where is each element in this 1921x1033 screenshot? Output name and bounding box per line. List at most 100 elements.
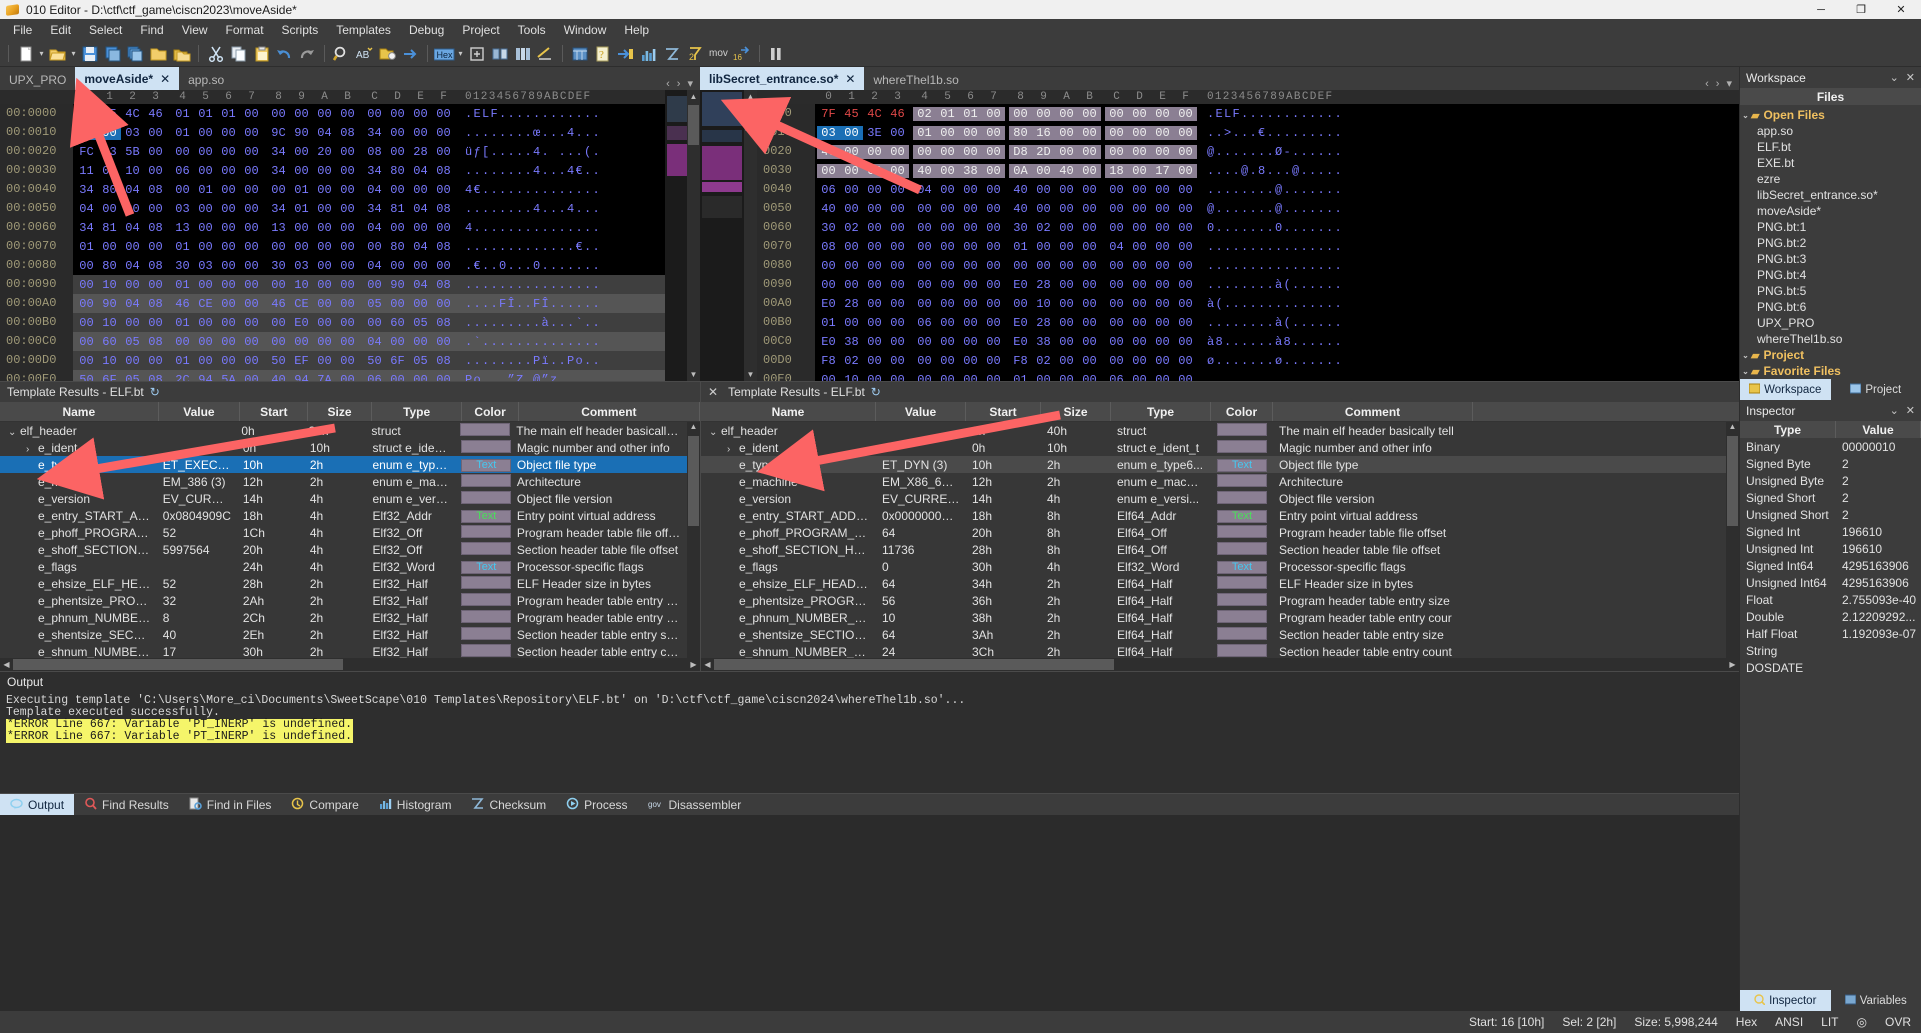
left-hex-byte[interactable]: 08 [432,278,455,292]
right-hex-ascii[interactable]: ..>...€......... [1199,126,1343,140]
save-all-icon[interactable] [125,43,146,64]
left-hex-byte[interactable]: 10 [98,354,121,368]
left-hex-byte[interactable]: 02 [75,125,98,140]
right-template-row-color[interactable]: Text [1211,559,1273,574]
right-hex-ascii[interactable]: @.......Ø-...... [1199,145,1343,159]
left-hex-byte[interactable]: 00 [240,107,263,121]
workspace-file-item[interactable]: PNG.bt:5 [1740,283,1921,299]
left-hex-byte[interactable]: 00 [290,145,313,159]
right-template-row-color[interactable] [1211,643,1273,659]
left-hex-byte[interactable]: 00 [336,316,359,330]
left-hex-byte[interactable]: 00 [75,316,98,330]
right-hex-byte[interactable]: 00 [936,297,959,311]
bottom-tab-checksum[interactable]: Checksum [461,794,556,815]
left-hex-byte[interactable]: 60 [98,335,121,349]
left-hex-byte[interactable]: 01 [171,240,194,254]
right-hex-byte[interactable]: 00 [959,354,982,368]
left-hex-byte[interactable]: 00 [240,126,263,140]
left-hex-byte[interactable]: 08 [144,221,167,235]
right-hex-byte[interactable]: 01 [936,106,959,121]
color-chip[interactable] [1217,524,1267,538]
right-hex-byte[interactable]: 00 [1128,183,1151,197]
right-hex-byte[interactable]: E0 [817,297,840,311]
left-hex-byte[interactable]: 00 [386,297,409,311]
left-hex-byte[interactable]: 00 [386,107,409,121]
right-hex-byte[interactable]: 00 [817,163,840,178]
left-hex-byte[interactable]: 00 [363,107,386,121]
left-hex-byte[interactable]: 08 [432,164,455,178]
right-hex-byte[interactable]: 40 [1009,202,1032,216]
right-hex-byte[interactable]: 00 [1105,125,1128,140]
right-hex-byte[interactable]: 00 [863,297,886,311]
select-range-icon[interactable] [489,43,510,64]
left-hex-byte[interactable]: 00 [240,164,263,178]
right-minimap-vscrollbar[interactable]: ▲ ▼ [744,90,757,381]
right-hex-ascii[interactable]: 0.......0....... [1199,221,1343,235]
right-hex-byte[interactable]: 00 [1078,259,1101,273]
histogram-icon[interactable] [638,43,659,64]
left-hex-byte[interactable]: 00 [313,240,336,254]
left-hex-byte[interactable]: 00 [217,164,240,178]
right-hex-byte[interactable]: 4C [863,107,886,121]
right-hex-byte[interactable]: 00 [1151,316,1174,330]
workspace-file-item[interactable]: EXE.bt [1740,155,1921,171]
workspace-dock-tab-project[interactable]: Project [1831,379,1921,400]
right-hex-row[interactable]: 00A0 E0 28 00 00 00 00 00 00 00 10 00 00 00 00 00 00 à(..… [757,294,1739,313]
right-hex-byte[interactable]: 00 [959,221,982,235]
left-hex-byte[interactable]: 00 [217,240,240,254]
left-hex-byte[interactable]: 00 [409,297,432,311]
left-hex-byte[interactable]: 00 [240,316,263,330]
left-hex-byte[interactable]: 34 [267,145,290,159]
right-hex-byte[interactable]: 28 [1032,316,1055,330]
right-hex-byte[interactable]: 00 [840,125,863,140]
left-hex-byte[interactable]: 00 [336,107,359,121]
left-hex-byte[interactable]: 00 [240,335,263,349]
right-hex-byte[interactable]: 00 [1174,259,1197,273]
color-chip[interactable] [461,439,511,453]
left-hex-ascii[interactable]: 4............... [457,221,601,235]
right-template-table-row[interactable]: e_phoff_PROGRAM_HEA... 64 20h 8h Elf64_Off Pr… [701,524,1726,541]
open-all-folders-icon[interactable] [171,43,192,64]
left-hex-byte[interactable]: 00 [290,335,313,349]
right-hex-byte[interactable]: 38 [840,335,863,349]
left-hex-byte[interactable]: 00 [217,297,240,311]
color-chip[interactable] [461,592,511,606]
status-ansi[interactable]: ANSI [1775,1015,1803,1029]
left-hex-byte[interactable]: 94 [194,373,217,382]
right-hex-byte[interactable]: 00 [1128,202,1151,216]
right-hex-byte[interactable]: 00 [1174,221,1197,235]
right-hex-byte[interactable]: 00 [1032,373,1055,382]
right-template-row-color[interactable] [1211,422,1273,439]
right-hex-byte[interactable]: 00 [1055,125,1078,140]
left-hex-byte[interactable]: 04 [363,259,386,273]
left-hex-byte[interactable]: 00 [313,202,336,216]
left-hex-byte[interactable]: 01 [171,107,194,121]
close-icon[interactable]: ✕ [1906,404,1915,417]
left-template-row-color[interactable]: Text [455,457,511,472]
left-template-row-color[interactable] [455,524,511,541]
right-hex-byte[interactable]: 00 [936,163,959,178]
left-hex-byte[interactable]: 06 [363,373,386,382]
left-template-hscrollbar[interactable]: ◀ ▶ [0,658,700,671]
status-ovr[interactable]: OVR [1885,1015,1911,1029]
right-hex-byte[interactable]: 00 [1128,106,1151,121]
right-hex-byte[interactable]: 02 [1032,354,1055,368]
search-icon[interactable] [331,43,352,64]
right-hex-byte[interactable]: 06 [913,316,936,330]
left-hex-byte[interactable]: 00 [386,183,409,197]
left-hex-byte[interactable]: 10 [98,316,121,330]
left-hex-byte[interactable]: 28 [409,145,432,159]
right-hex-byte[interactable]: 00 [959,125,982,140]
twisty-icon[interactable]: › [26,444,38,455]
left-hex-byte[interactable]: EF [290,354,313,368]
inspector-row[interactable]: Signed Int64 4295163906 [1740,557,1921,574]
left-hex-byte[interactable]: CE [290,297,313,311]
workspace-file-item[interactable]: PNG.bt:4 [1740,267,1921,283]
right-hex-byte[interactable]: 00 [1078,202,1101,216]
scroll-right-icon[interactable]: ▶ [1726,660,1739,669]
right-hex-byte[interactable]: 00 [1078,373,1101,382]
workspace-folder-favorite-files[interactable]: ⌄ ▰ Favorite Files [1740,363,1921,379]
right-hex-byte[interactable]: 00 [840,259,863,273]
tab-next-icon[interactable]: › [677,78,681,90]
color-chip[interactable] [461,643,511,657]
